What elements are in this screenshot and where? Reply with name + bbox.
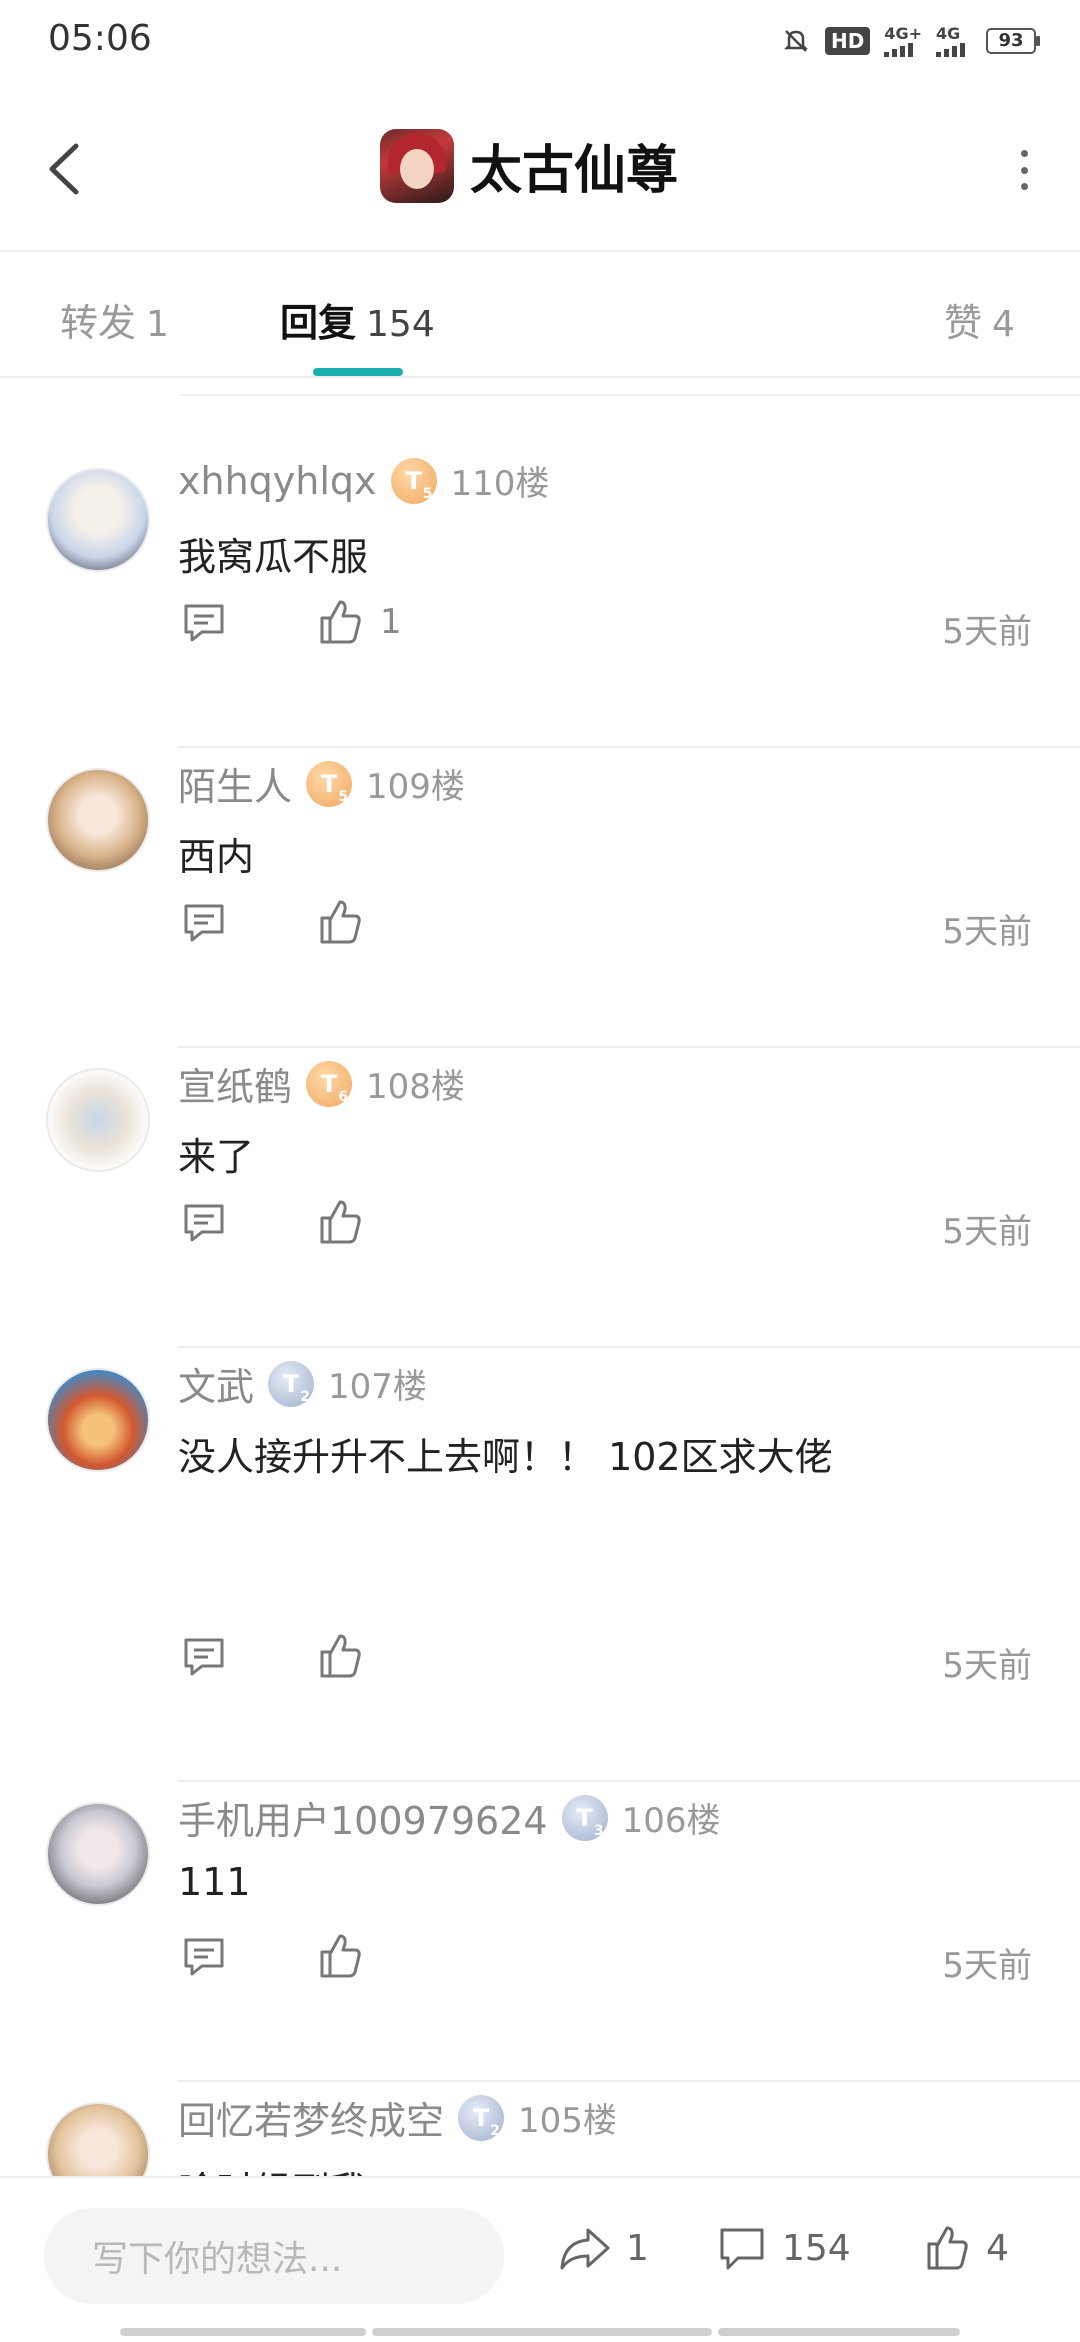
home-indicator — [120, 2328, 366, 2336]
comment-count-button[interactable]: 154 — [716, 2218, 851, 2278]
reply-content: 啥时候到我 — [178, 2160, 368, 2176]
game-title[interactable]: 太古仙尊 — [380, 128, 678, 203]
tab-bar: 转发 1 回复 154 赞 4 — [0, 252, 1080, 378]
reply-content: 西内 — [178, 835, 255, 879]
like-button[interactable] — [316, 896, 380, 948]
level-badge-icon: T5 — [306, 760, 353, 807]
like-count-button[interactable]: 4 — [922, 2218, 1009, 2278]
avatar[interactable] — [46, 768, 150, 872]
floor-number: 106楼 — [621, 1801, 721, 1841]
comment-input[interactable]: 写下你的想法... — [44, 2208, 504, 2304]
status-bar: 05:06 HD 4G+ 4G 93 — [0, 0, 1080, 84]
signal-4g-plus-icon: 4G+ — [884, 24, 922, 57]
more-options-button[interactable] — [1012, 150, 1036, 190]
thumbs-up-icon — [320, 900, 361, 944]
reply-item[interactable]: 宣纸鹤 T6 108楼 来了 5天前 — [0, 1046, 1080, 1348]
avatar[interactable] — [46, 1368, 150, 1472]
thumbs-up-icon — [320, 1200, 361, 1244]
timestamp: 5天前 — [942, 1946, 1032, 1986]
floor-number: 105楼 — [518, 2101, 617, 2141]
username[interactable]: 回忆若梦终成空 — [178, 2090, 444, 2145]
more-dots-icon — [1020, 150, 1028, 157]
like-button[interactable] — [316, 1930, 380, 1982]
tab-likes[interactable]: 赞 4 — [944, 292, 1015, 347]
username[interactable]: 宣纸鹤 — [178, 1056, 292, 1111]
reply-item[interactable]: 文武 T2 107楼 没人接升升不上去啊！！ 102区求大佬 5天前 — [0, 1346, 1080, 1782]
avatar[interactable] — [46, 1802, 150, 1906]
level-badge-icon: T2 — [458, 2094, 505, 2141]
signal-4g-icon: 4G — [936, 24, 972, 57]
comment-icon[interactable] — [178, 1630, 230, 1682]
reply-content: 来了 — [178, 1135, 255, 1179]
username[interactable]: 手机用户100979624 — [178, 1790, 548, 1845]
reply-item[interactable]: 回忆若梦终成空 T2 105楼 啥时候到我 — [0, 2080, 1080, 2176]
floor-number: 108楼 — [366, 1067, 465, 1107]
avatar[interactable] — [46, 468, 150, 572]
page-title: 太古仙尊 — [470, 141, 679, 201]
username[interactable]: xhhqyhlqx — [178, 459, 377, 503]
game-avatar — [380, 128, 454, 203]
divider — [180, 394, 1080, 396]
mute-bell-icon — [781, 26, 811, 56]
share-arrow-icon — [560, 2228, 610, 2270]
floor-number: 107楼 — [328, 1367, 427, 1407]
floor-number: 110楼 — [450, 464, 550, 504]
status-icons: HD 4G+ 4G 93 — [781, 24, 1040, 57]
timestamp: 5天前 — [942, 912, 1032, 952]
thumbs-up-icon — [320, 1934, 361, 1978]
status-time: 05:06 — [48, 18, 152, 59]
like-button[interactable]: 1 — [316, 596, 402, 648]
comment-icon[interactable] — [178, 1930, 230, 1982]
username[interactable]: 陌生人 — [178, 756, 292, 811]
reply-list[interactable]: xhhqyhlqx T5 110楼 我窝瓜不服 1 5天前 陌生人 T5 109… — [0, 390, 1080, 2176]
level-badge-icon: T6 — [306, 1060, 353, 1107]
reply-item[interactable]: xhhqyhlqx T5 110楼 我窝瓜不服 1 5天前 — [0, 446, 1080, 748]
top-header: 太古仙尊 — [0, 84, 1080, 252]
thumbs-up-icon — [927, 2226, 968, 2270]
share-button[interactable]: 1 — [556, 2218, 649, 2278]
avatar[interactable] — [46, 1068, 150, 1172]
timestamp: 5天前 — [942, 1646, 1032, 1686]
thumbs-up-icon — [320, 1634, 361, 1678]
hd-voice-icon: HD — [824, 26, 871, 55]
battery-icon: 93 — [986, 27, 1040, 54]
timestamp: 5天前 — [942, 1212, 1032, 1252]
like-button[interactable] — [316, 1630, 380, 1682]
tab-replies[interactable]: 回复 154 — [280, 292, 435, 347]
timestamp: 5天前 — [942, 612, 1032, 652]
thumbs-up-icon — [320, 600, 361, 644]
comment-icon[interactable] — [178, 896, 230, 948]
home-indicator — [372, 2328, 712, 2336]
reply-item[interactable]: 陌生人 T5 109楼 西内 5天前 — [0, 746, 1080, 1048]
bottom-action-bar: 写下你的想法... 1 154 4 — [0, 2176, 1080, 2342]
avatar[interactable] — [46, 2102, 150, 2176]
comment-icon[interactable] — [178, 596, 230, 648]
level-badge-icon: T3 — [561, 1794, 608, 1841]
back-arrow-icon — [49, 143, 79, 195]
reply-item[interactable]: 手机用户100979624 T3 106楼 111 5天前 — [0, 1780, 1080, 2082]
active-tab-indicator — [313, 368, 403, 376]
floor-number: 109楼 — [366, 767, 465, 807]
comment-bubble-icon — [720, 2228, 764, 2270]
reply-content: 没人接升升不上去啊！！ 102区求大佬 — [178, 1435, 833, 1479]
home-indicator — [718, 2328, 960, 2336]
reply-content: 111 — [178, 1860, 251, 1904]
like-button[interactable] — [316, 1196, 380, 1248]
username[interactable]: 文武 — [178, 1356, 254, 1411]
level-badge-icon: T2 — [268, 1360, 315, 1407]
back-button[interactable] — [36, 134, 96, 204]
comment-icon[interactable] — [178, 1196, 230, 1248]
reply-content: 我窝瓜不服 — [178, 535, 369, 579]
tab-forward[interactable]: 转发 1 — [60, 292, 169, 347]
level-badge-icon: T5 — [390, 457, 437, 504]
